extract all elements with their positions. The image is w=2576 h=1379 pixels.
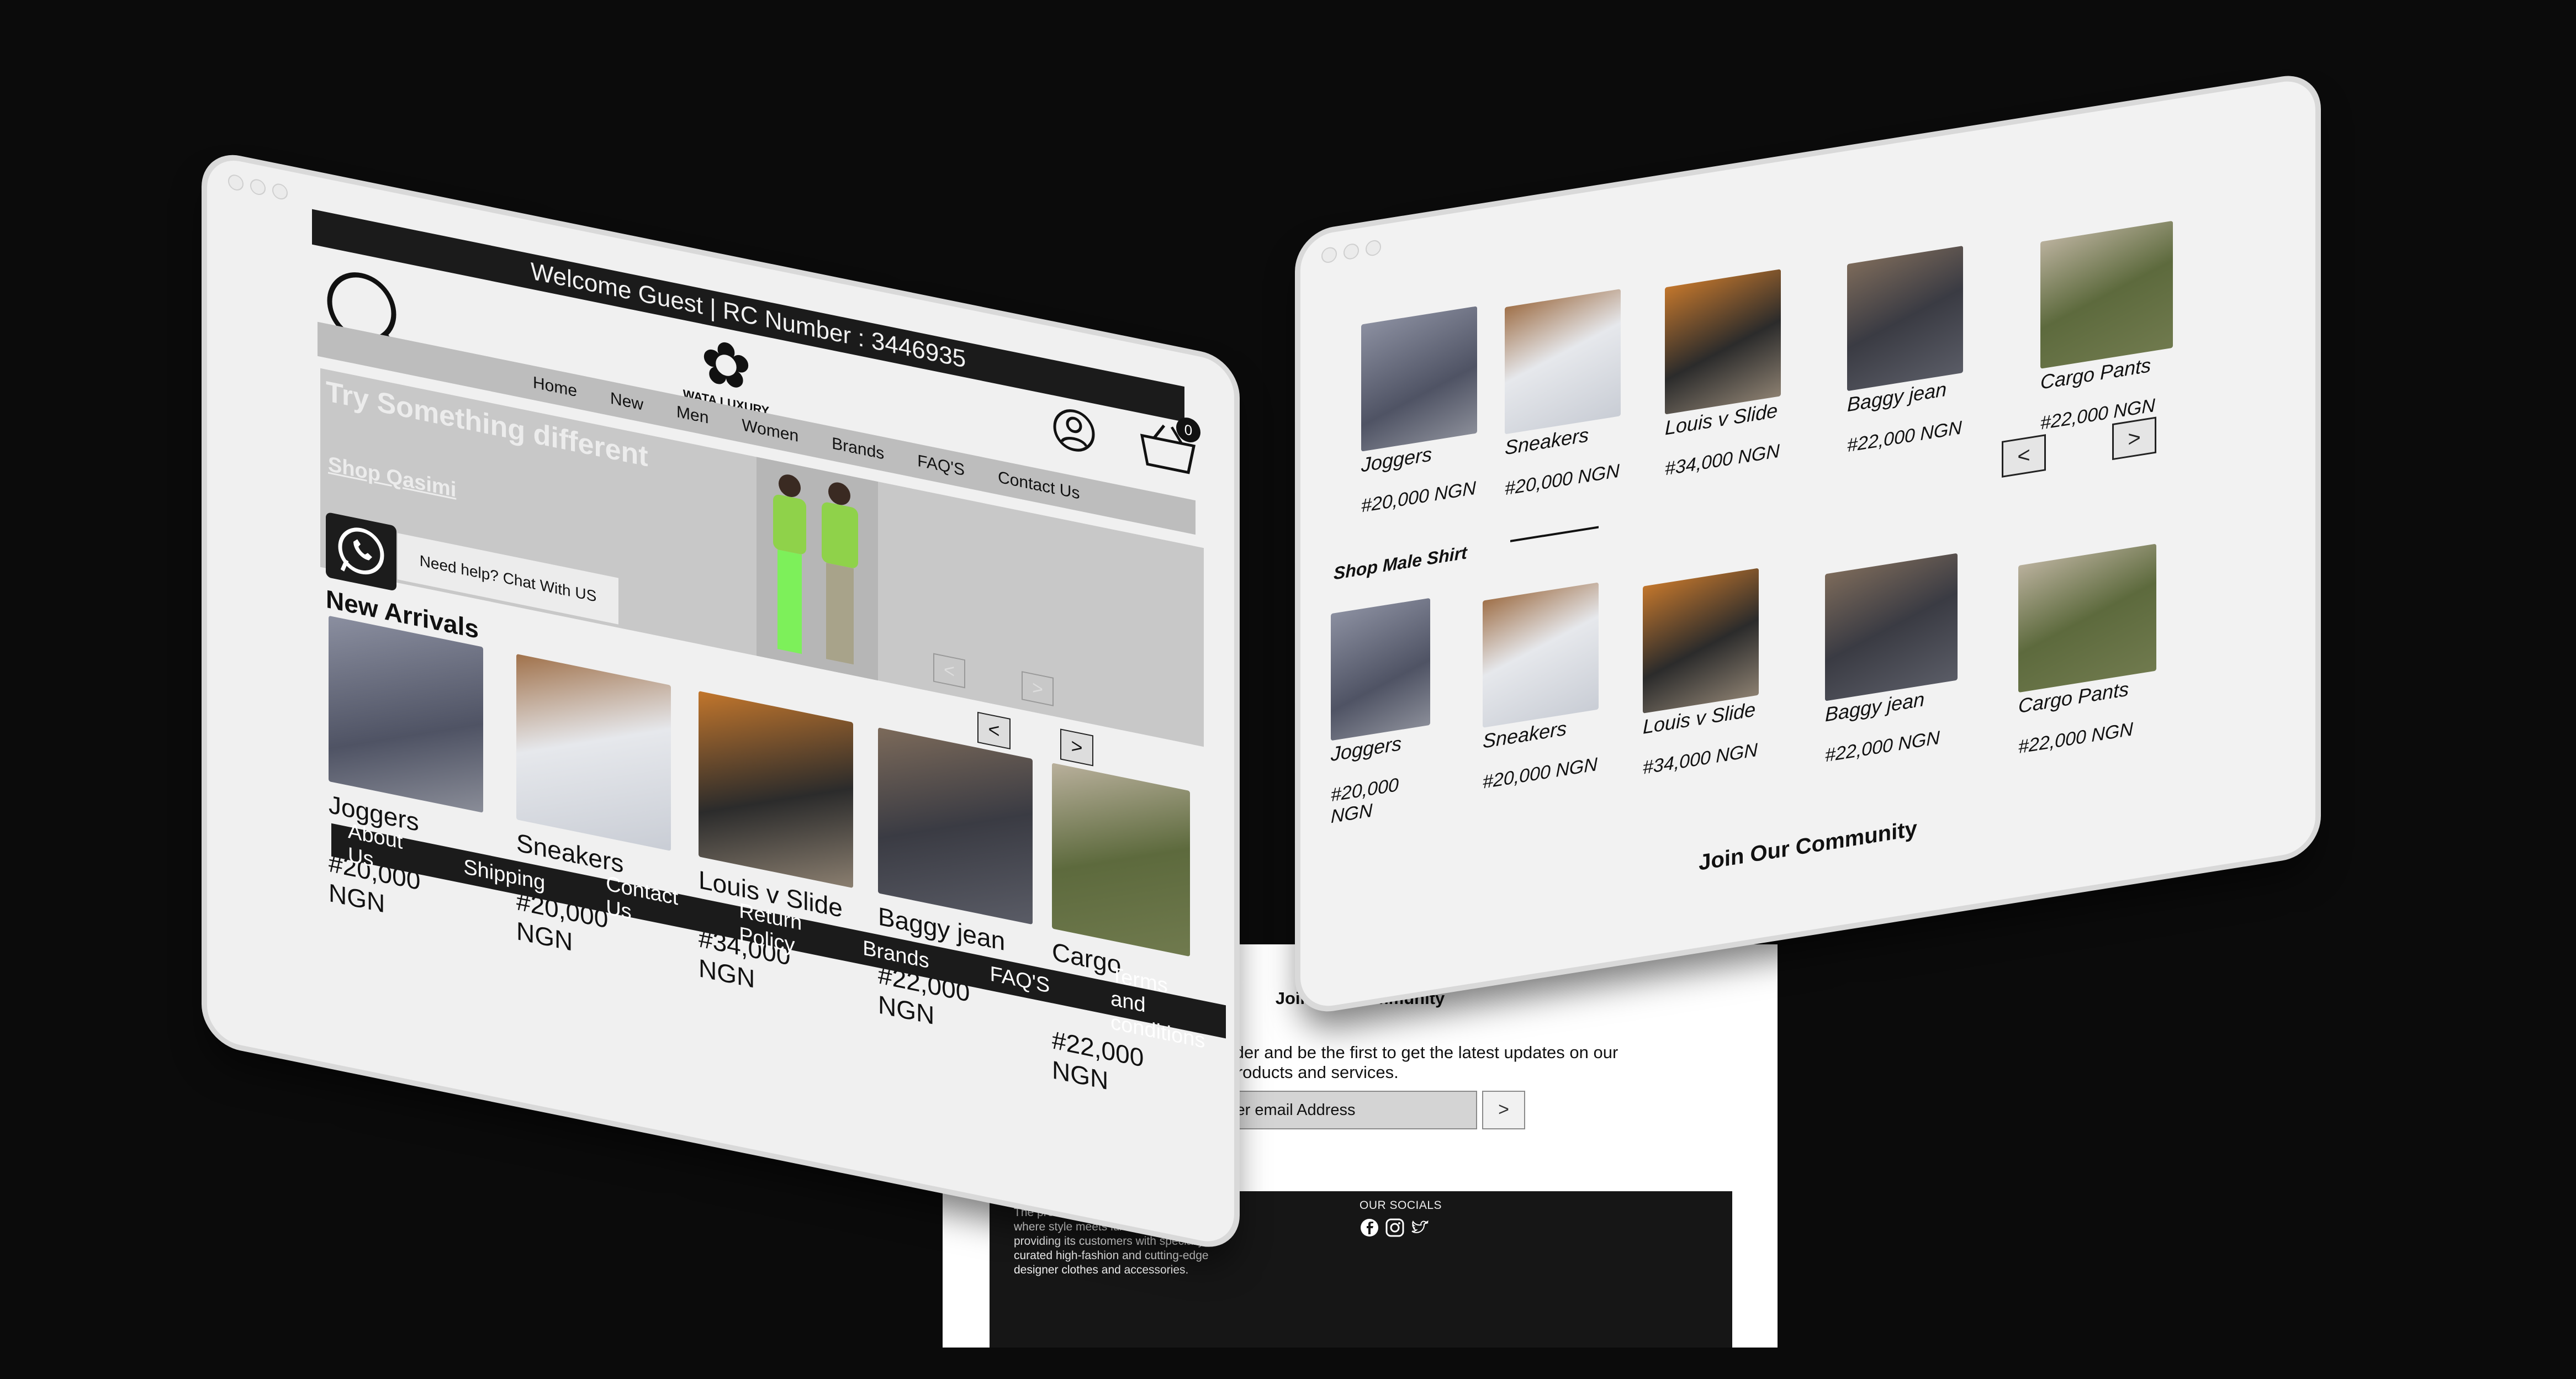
product-image — [329, 615, 483, 813]
product-price: #22,000 NGN — [1847, 417, 1962, 457]
whatsapp-icon[interactable] — [326, 511, 396, 591]
product-image — [1361, 306, 1477, 452]
product-card[interactable]: Cargo Pants #22,000 NGN — [1052, 763, 1190, 1112]
product-image — [2018, 543, 2156, 693]
section-title: Shop Male Shirt — [1334, 542, 1467, 584]
nav-brands[interactable]: Brands — [832, 434, 884, 463]
product-card[interactable]: Joggers #20,000 NGN — [1331, 598, 1430, 828]
nav-men[interactable]: Men — [676, 403, 708, 428]
product-price: #22,000 NGN — [2018, 718, 2133, 758]
hero-next-button[interactable]: > — [1022, 671, 1054, 706]
mockup-stage: Join Our Community Get 10% off your firs… — [0, 0, 2576, 1379]
product-image — [1483, 582, 1599, 728]
product-price: #20,000 NGN — [1505, 460, 1620, 500]
product-price: #34,000 NGN — [1665, 440, 1780, 480]
product-card[interactable]: Baggy jean #22,000 NGN — [1847, 245, 1963, 457]
product-image — [1665, 269, 1781, 415]
product-card[interactable]: Sneakers #20,000 NGN — [1505, 289, 1621, 500]
product-card[interactable]: Joggers #20,000 NGN — [329, 615, 483, 939]
arrivals-prev-button[interactable]: < — [977, 711, 1011, 750]
product-image — [1505, 289, 1621, 435]
product-card[interactable]: Baggy jean #22,000 NGN — [1825, 553, 1958, 767]
product-price: #20,000 NGN — [1483, 753, 1598, 793]
section-underline — [1510, 526, 1599, 542]
product-card[interactable]: Sneakers #20,000 NGN — [516, 653, 671, 977]
shirts-prev-button[interactable]: < — [2002, 434, 2046, 478]
account-icon[interactable] — [1052, 404, 1096, 457]
nav-home[interactable]: Home — [533, 373, 577, 401]
right-tablet-mockup: Joggers #20,000 NGN Sneakers #20,000 NGN… — [1300, 76, 2315, 1011]
product-image — [1643, 568, 1759, 714]
product-card[interactable]: Sneakers #20,000 NGN — [1483, 582, 1599, 793]
social-icons — [1360, 1218, 1430, 1238]
community-title: Join Our Community — [1699, 816, 1917, 875]
product-price: #20,000 NGN — [1331, 774, 1399, 828]
product-price: #22,000 NGN — [1825, 727, 1940, 767]
email-input[interactable]: Enter email Address — [1197, 1091, 1477, 1129]
product-card[interactable]: Louis v Slide #34,000 NGN — [1665, 269, 1781, 480]
product-image — [1052, 763, 1190, 957]
nav-contact[interactable]: Contact Us — [998, 468, 1080, 503]
product-card[interactable]: Baggy jean #22,000 NGN — [878, 727, 1033, 1050]
hero-photo — [757, 457, 878, 681]
twitter-icon[interactable] — [1410, 1218, 1430, 1238]
shirts-next-button[interactable]: > — [2112, 416, 2156, 461]
product-card[interactable]: Joggers #20,000 NGN — [1361, 306, 1477, 517]
window-dots — [228, 173, 288, 201]
left-tablet-mockup: Welcome Guest | RC Number : 3446935 ✿ WA… — [207, 155, 1234, 1248]
product-price: #20,000 NGN — [1361, 477, 1476, 517]
arrivals-next-button[interactable]: > — [1060, 728, 1093, 767]
product-price: #34,000 NGN — [1643, 739, 1758, 779]
product-image — [516, 653, 671, 851]
window-dots — [1321, 239, 1381, 264]
hero-cta-link[interactable]: Shop Qasimi — [328, 453, 456, 503]
product-card[interactable]: Louis v Slide #34,000 NGN — [1643, 568, 1759, 779]
product-card[interactable]: Louis v Slide #34,000 NGN — [699, 691, 853, 1014]
email-submit-button[interactable]: > — [1482, 1091, 1525, 1129]
instagram-icon[interactable] — [1385, 1218, 1405, 1238]
product-card[interactable]: Cargo Pants #22,000 NGN — [2018, 543, 2156, 759]
product-image — [878, 727, 1033, 925]
nav-women[interactable]: Women — [742, 416, 798, 446]
product-image — [1847, 245, 1963, 392]
facebook-icon[interactable] — [1360, 1218, 1379, 1238]
product-image — [1331, 598, 1430, 741]
product-image — [699, 691, 853, 889]
nav-new[interactable]: New — [610, 389, 643, 415]
socials-title: OUR SOCIALS — [1360, 1199, 1442, 1212]
nav-faqs[interactable]: FAQ'S — [917, 452, 965, 480]
product-image — [1825, 553, 1958, 701]
product-card[interactable]: Cargo Pants #22,000 NGN — [2040, 220, 2173, 435]
hero-prev-button[interactable]: < — [933, 653, 965, 689]
product-image — [2040, 220, 2173, 369]
